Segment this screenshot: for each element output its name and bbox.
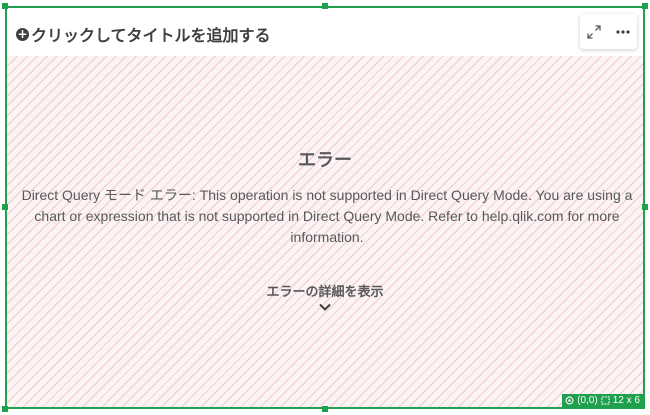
position-value: (0,0)	[577, 395, 598, 406]
error-message: Direct Query モード エラー: This operation is …	[21, 187, 633, 245]
plus-circle-icon: +	[16, 26, 29, 41]
resize-handle-left[interactable]	[2, 204, 8, 210]
resize-handle-top[interactable]	[322, 3, 328, 9]
resize-handle-right[interactable]	[642, 204, 648, 210]
expand-button[interactable]	[583, 21, 605, 43]
size-icon	[601, 396, 610, 405]
size-value: 12 x 6	[612, 395, 640, 406]
more-options-button[interactable]	[612, 21, 634, 43]
resize-handle-bottom[interactable]	[322, 406, 328, 412]
add-title-label: クリックしてタイトルを追加する	[31, 26, 271, 45]
show-error-details-label: エラーの詳細を表示	[266, 285, 384, 300]
resize-handle-bottom-left[interactable]	[2, 406, 8, 412]
expand-icon	[587, 24, 601, 39]
object-header: + クリックしてタイトルを追加する	[7, 8, 643, 56]
add-title-button[interactable]: + クリックしてタイトルを追加する	[16, 22, 271, 46]
chart-object-frame[interactable]: + クリックしてタイトルを追加する エラー Direct Query モード エ…	[5, 6, 645, 409]
error-panel: エラー Direct Query モード エラー: This operation…	[7, 56, 643, 407]
resize-handle-top-left[interactable]	[2, 3, 8, 9]
more-icon	[616, 29, 630, 34]
error-title: エラー	[298, 150, 352, 171]
chevron-down-icon	[319, 303, 331, 311]
position-icon	[565, 396, 574, 405]
grid-status-badge: (0,0) 12 x 6	[562, 394, 643, 407]
object-toolbar	[580, 14, 637, 49]
show-error-details-button[interactable]: エラーの詳細を表示	[7, 281, 643, 312]
resize-handle-top-right[interactable]	[642, 3, 648, 9]
